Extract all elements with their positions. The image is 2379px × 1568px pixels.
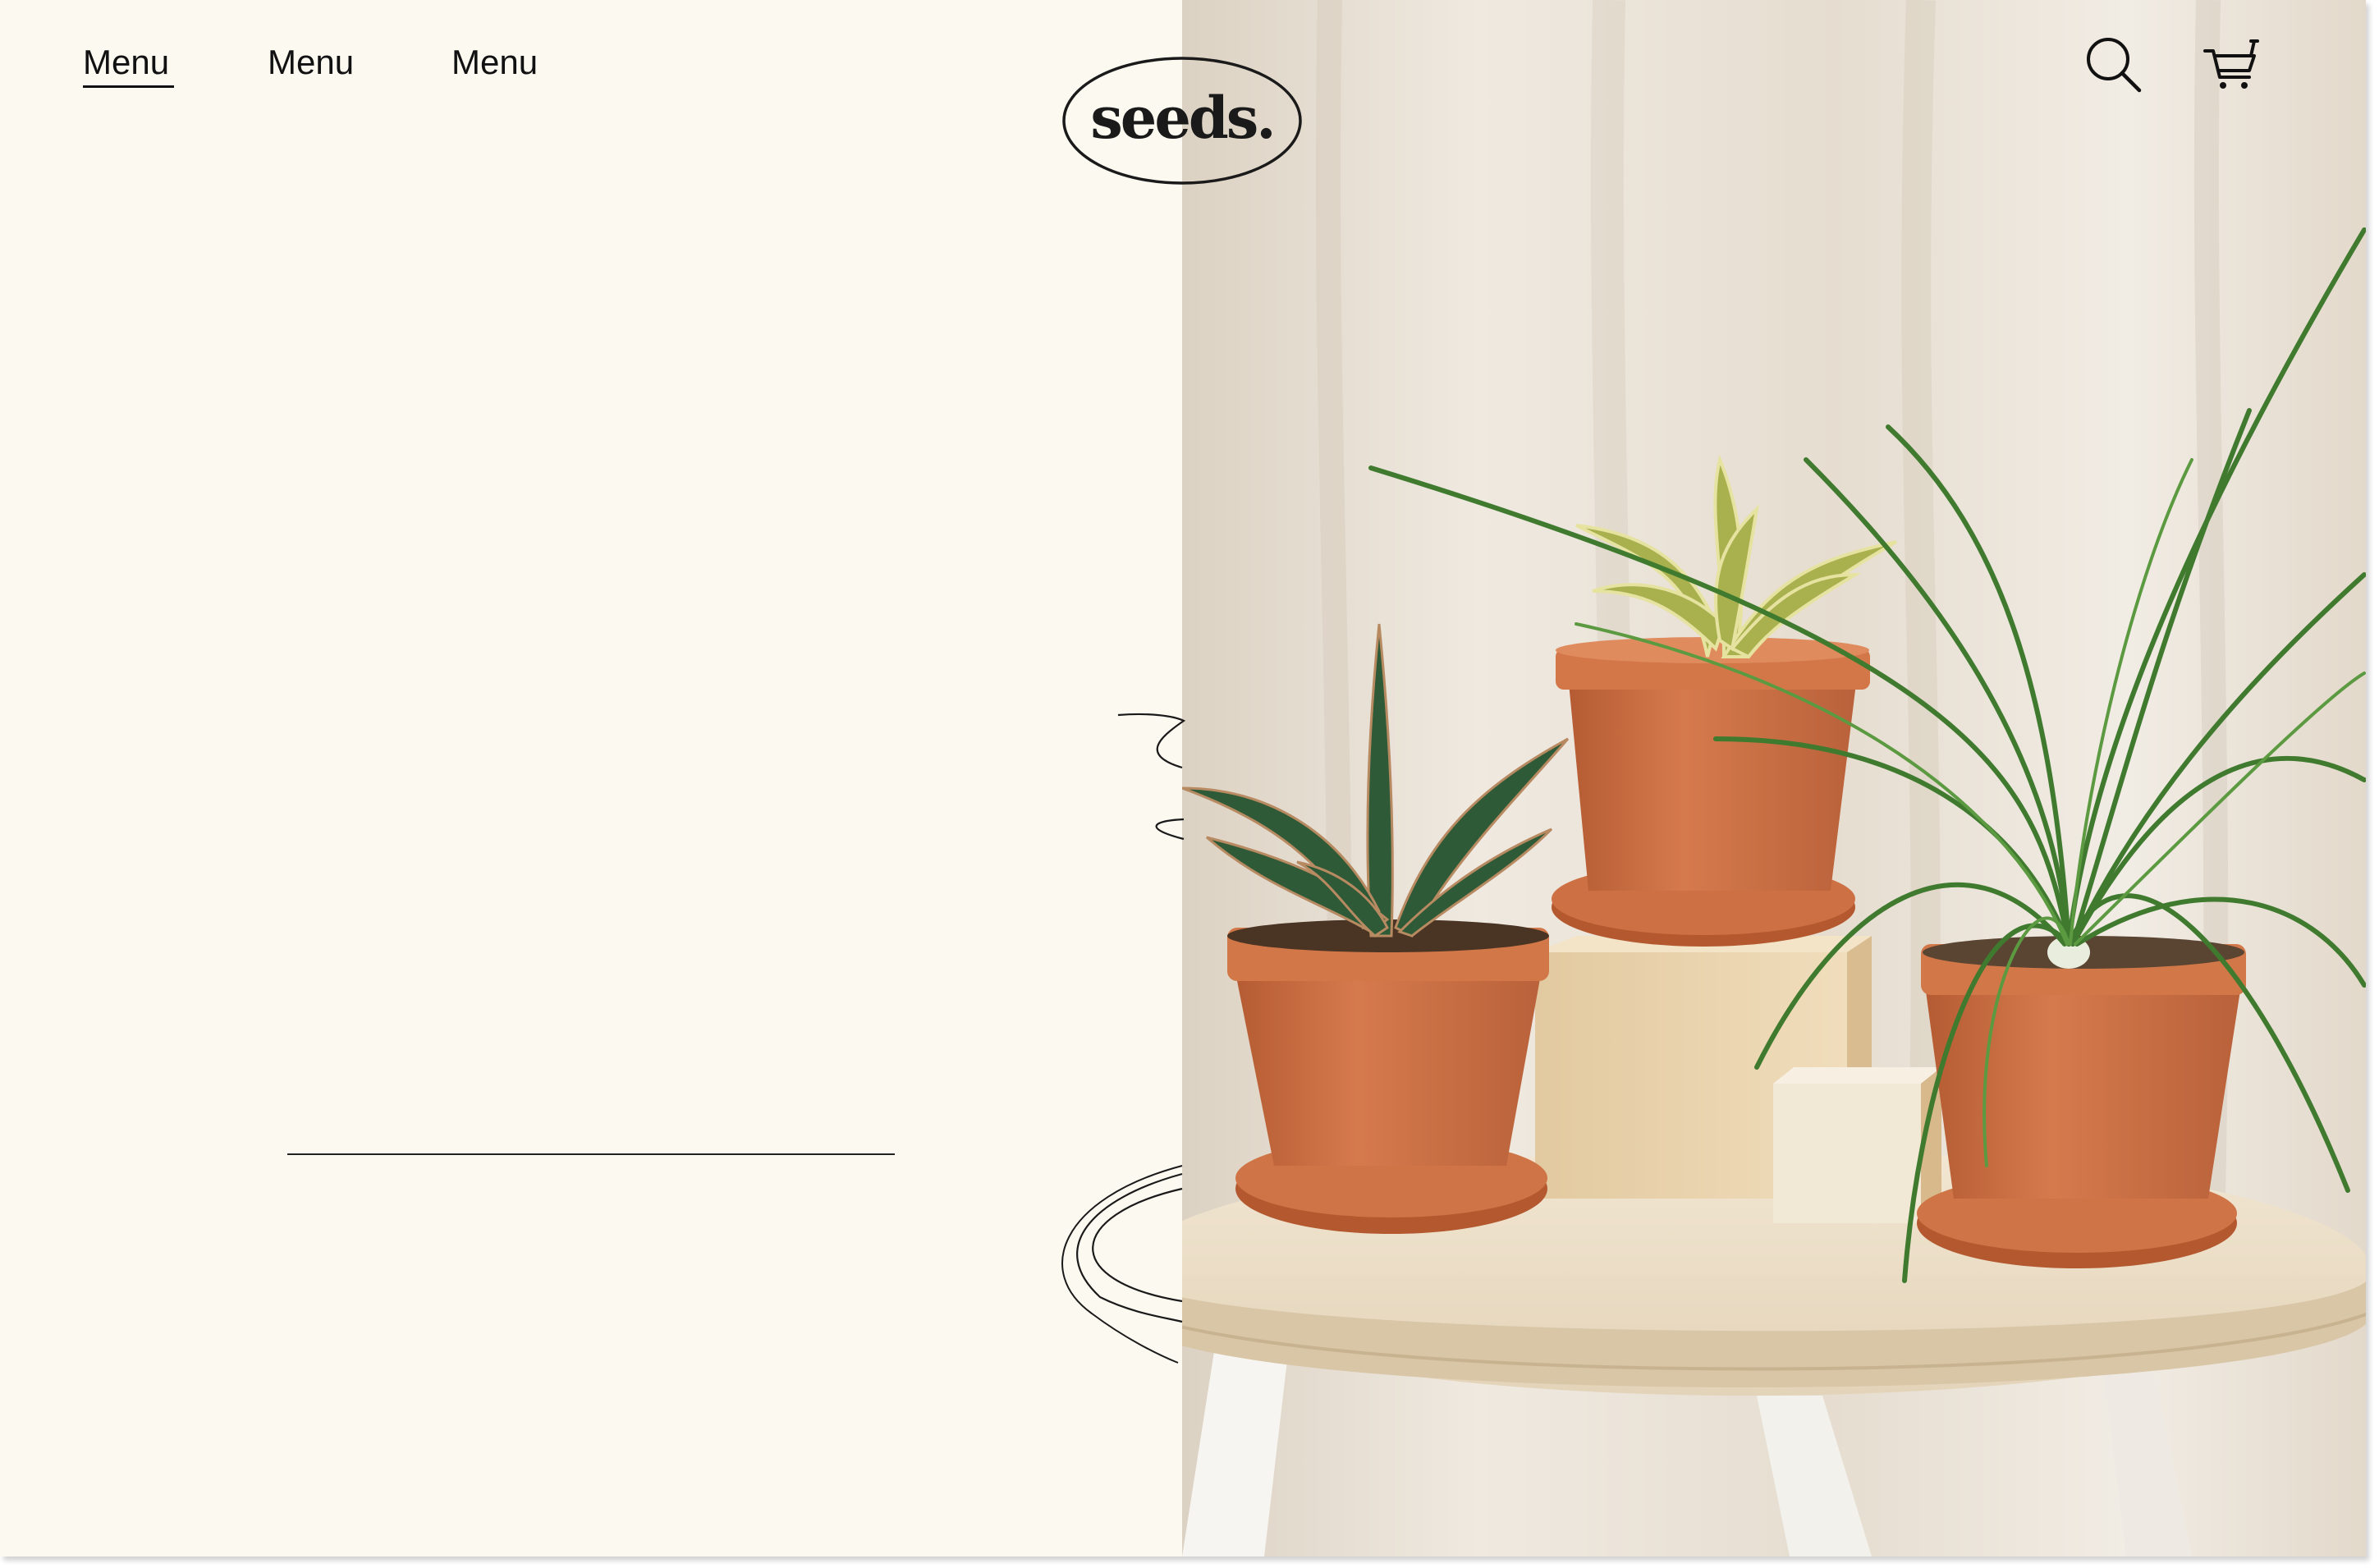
logo-text: seeds. <box>1090 84 1276 152</box>
cart-icon[interactable] <box>2203 36 2261 94</box>
nav-item-menu-2[interactable]: Menu <box>268 43 354 82</box>
potted-plants-illustration <box>1182 0 2366 1557</box>
logo[interactable]: seeds. <box>1061 56 1303 187</box>
nav-item-menu-1[interactable]: Menu <box>83 43 169 82</box>
page-frame: Menu Menu Menu seeds. <box>0 0 2366 1557</box>
decorative-lines <box>1061 713 1186 1364</box>
hero-divider-line <box>287 1153 895 1155</box>
search-icon[interactable] <box>2085 36 2143 94</box>
nav-item-menu-3[interactable]: Menu <box>452 43 538 82</box>
active-nav-underline <box>83 85 174 88</box>
hero-photo <box>1182 0 2366 1557</box>
